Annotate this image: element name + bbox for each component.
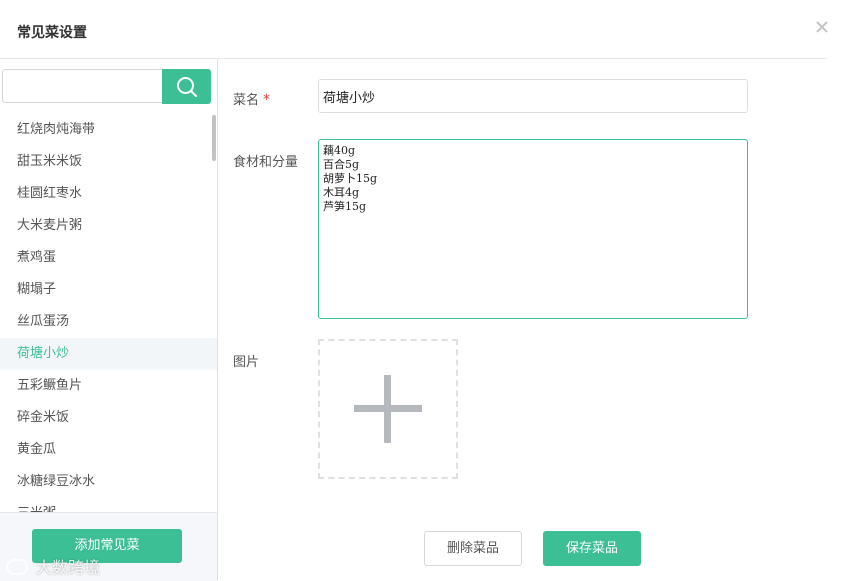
- list-item[interactable]: 荷塘小炒: [0, 338, 217, 370]
- ingredients-textarea[interactable]: 藕40g 百合5g 胡萝卜15g 木耳4g 芦笋15g: [318, 139, 748, 319]
- list-item[interactable]: 三米粥: [0, 498, 217, 512]
- name-label: 菜名 *: [233, 89, 270, 108]
- scrollbar[interactable]: [212, 115, 216, 161]
- image-upload[interactable]: [318, 339, 458, 479]
- name-label-text: 菜名: [233, 93, 260, 108]
- sidebar: 红烧肉炖海带 甜玉米米饭 桂圆红枣水 大米麦片粥 煮鸡蛋 糊塌子 丝瓜蛋汤 荷塘小炒 五彩鳜鱼片…: [0, 59, 218, 581]
- save-dish-button[interactable]: 保存菜品: [543, 531, 641, 566]
- sidebar-footer: 添加常见菜: [0, 512, 217, 581]
- image-label: 图片: [233, 355, 260, 370]
- add-dish-button[interactable]: 添加常见菜: [32, 529, 182, 563]
- ingredients-label: 食材和分量: [233, 155, 299, 170]
- list-item[interactable]: 丝瓜蛋汤: [0, 306, 217, 338]
- list-item[interactable]: 碎金米饭: [0, 402, 217, 434]
- search-icon: [177, 77, 198, 98]
- list-item[interactable]: 冰糖绿豆冰水: [0, 466, 217, 498]
- list-item[interactable]: 煮鸡蛋: [0, 242, 217, 274]
- search-button[interactable]: [162, 69, 211, 104]
- dish-list: 红烧肉炖海带 甜玉米米饭 桂圆红枣水 大米麦片粥 煮鸡蛋 糊塌子 丝瓜蛋汤 荷塘小炒 五彩鳜鱼片…: [0, 114, 217, 512]
- list-item[interactable]: 大米麦片粥: [0, 210, 217, 242]
- list-item[interactable]: 黄金瓜: [0, 434, 217, 466]
- list-item[interactable]: 甜玉米米饭: [0, 146, 217, 178]
- close-icon[interactable]: [814, 18, 832, 36]
- search-input[interactable]: [2, 69, 162, 103]
- dialog: 常见菜设置 红烧肉炖海带 甜玉米米饭 桂圆红枣水 大米麦片粥 煮鸡蛋 糊塌子 丝瓜蛋汤 荷塘小…: [0, 0, 845, 581]
- dialog-header: 常见菜设置: [0, 0, 827, 59]
- plus-icon: [354, 375, 422, 443]
- dish-name-input[interactable]: [318, 79, 748, 113]
- list-item[interactable]: 红烧肉炖海带: [0, 114, 217, 146]
- dialog-title: 常见菜设置: [17, 25, 87, 41]
- required-mark: *: [263, 92, 271, 108]
- dish-form: 菜名* 食材和分量 藕40g 百合5g 胡萝卜15g 木耳4g 芦笋15g 图片…: [218, 59, 845, 580]
- list-item[interactable]: 五彩鳜鱼片: [0, 370, 217, 402]
- delete-dish-button[interactable]: 删除菜品: [424, 531, 522, 566]
- list-item[interactable]: 桂圆红枣水: [0, 178, 217, 210]
- list-item[interactable]: 糊塌子: [0, 274, 217, 306]
